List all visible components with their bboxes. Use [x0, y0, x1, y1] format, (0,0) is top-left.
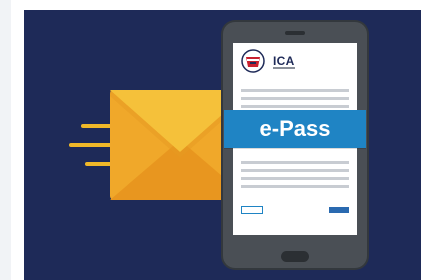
logo-text: ICA	[273, 54, 295, 68]
text-line	[241, 97, 349, 100]
text-line	[241, 105, 349, 108]
phone-home-button	[281, 251, 309, 262]
ica-logo: ICA	[241, 49, 301, 75]
ica-crest-icon	[241, 49, 265, 73]
illustration: ICA e-Pass	[24, 10, 421, 280]
phone-screen: ICA e-Pass	[224, 43, 366, 235]
input-field	[241, 206, 263, 214]
text-line	[241, 177, 349, 180]
speed-line	[69, 143, 115, 147]
text-line	[241, 169, 349, 172]
text-line	[241, 161, 349, 164]
text-line	[241, 89, 349, 92]
logo-subtitle-line	[273, 67, 295, 69]
epass-banner: e-Pass	[224, 110, 366, 148]
submit-button	[329, 207, 349, 213]
banner-label: e-Pass	[259, 116, 331, 141]
text-line	[241, 185, 349, 188]
phone-camera	[285, 31, 305, 35]
left-panel	[0, 0, 11, 280]
